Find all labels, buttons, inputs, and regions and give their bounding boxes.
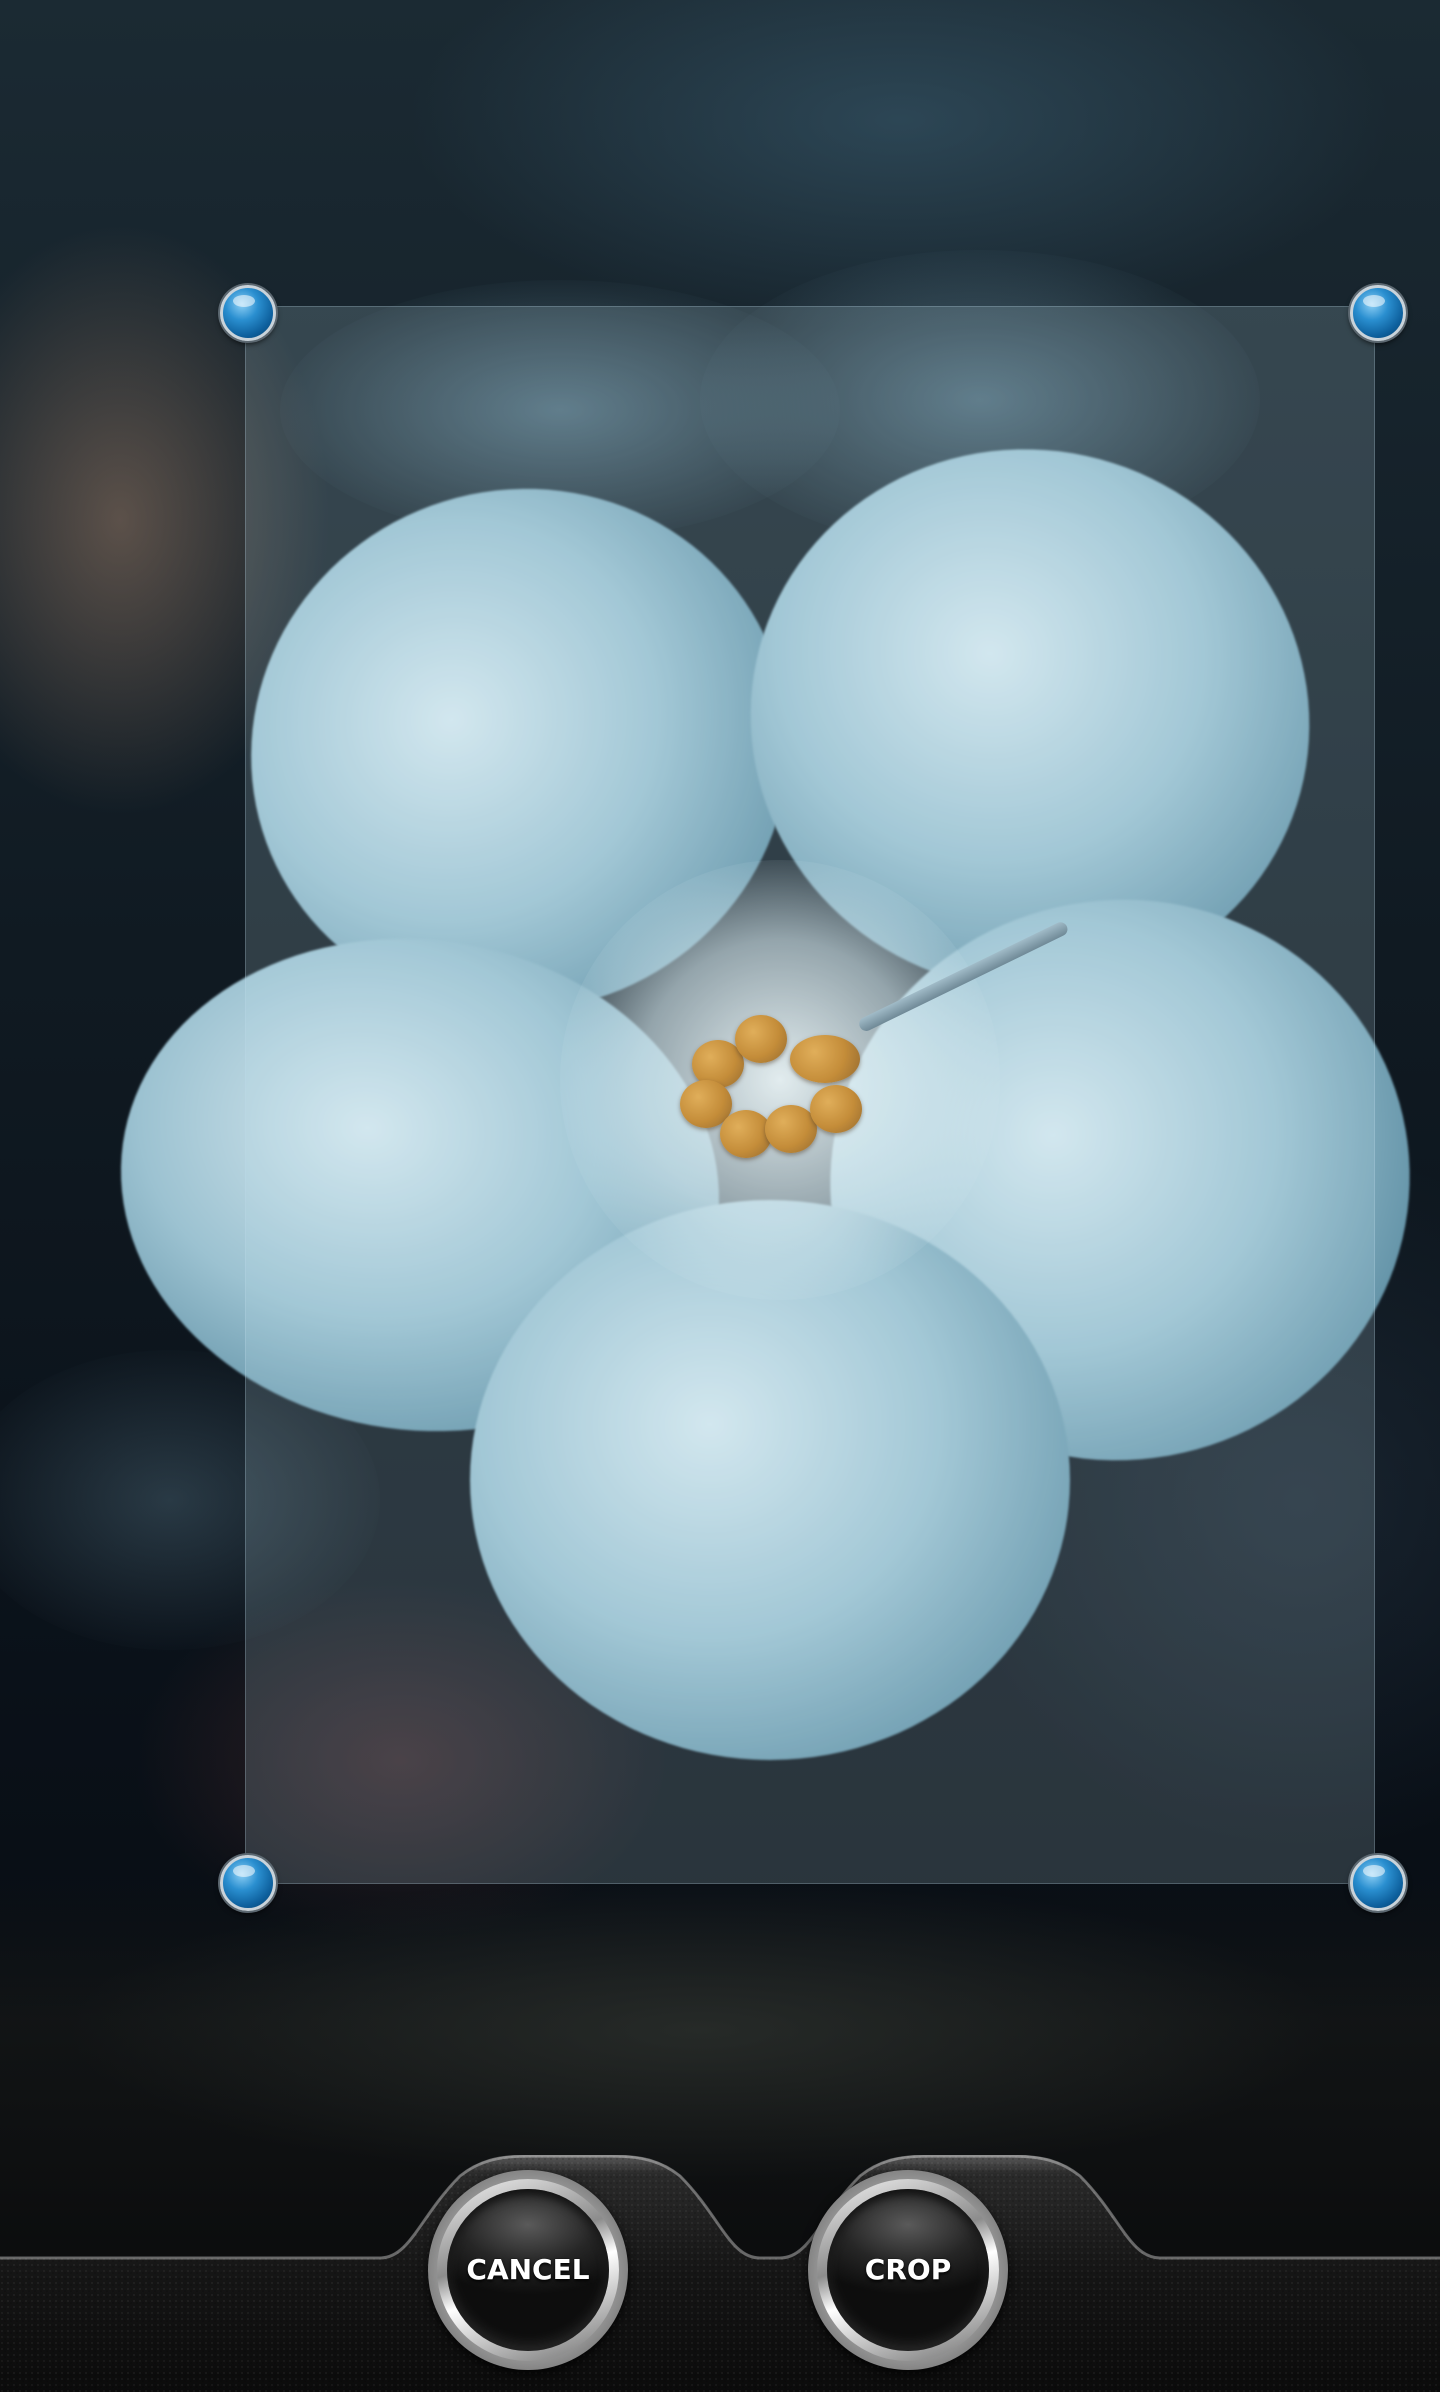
crop-selection[interactable] (245, 306, 1375, 1884)
crop-button-label: CROP (864, 2253, 952, 2286)
action-bar (0, 2155, 1440, 2392)
cancel-button-label: CANCEL (466, 2253, 590, 2286)
crop-handle-bottom-left-icon[interactable] (220, 1855, 276, 1911)
crop-handle-top-right-icon[interactable] (1350, 285, 1406, 341)
crop-handle-bottom-right-icon[interactable] (1350, 1855, 1406, 1911)
leather-bar-background (0, 2155, 1440, 2392)
crop-button[interactable]: CROP (808, 2170, 1008, 2370)
crop-screen: CANCEL CROP (0, 0, 1440, 2392)
cancel-button[interactable]: CANCEL (428, 2170, 628, 2370)
crop-handle-top-left-icon[interactable] (220, 285, 276, 341)
